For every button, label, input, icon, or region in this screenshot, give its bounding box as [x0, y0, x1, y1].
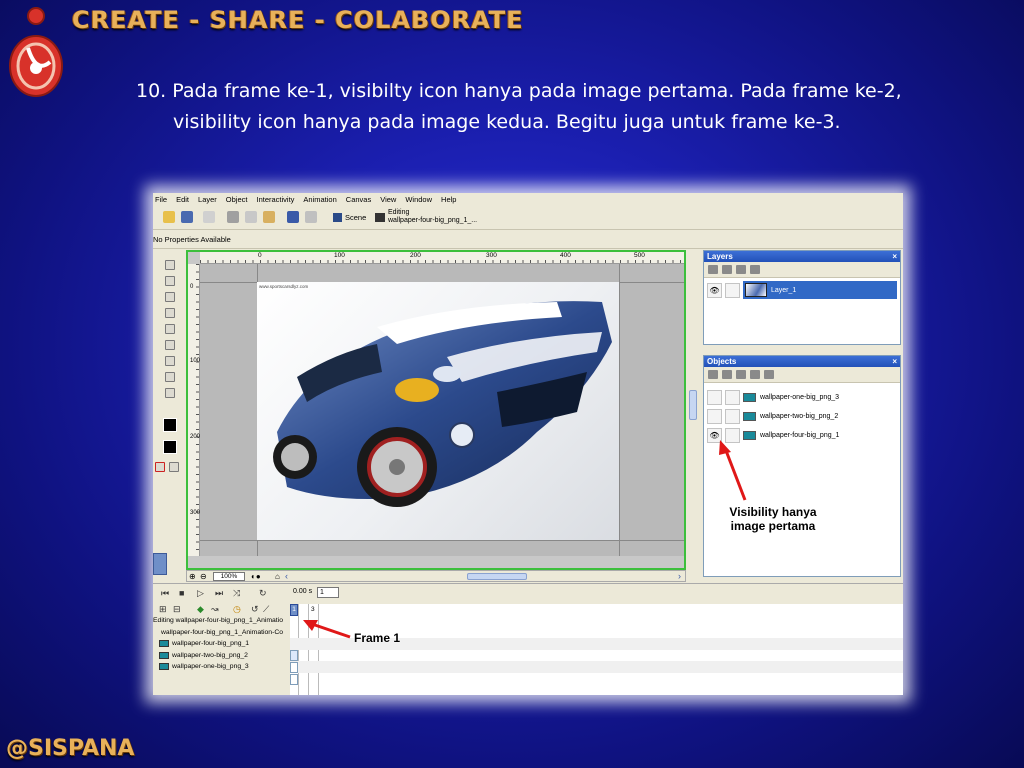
frame-arrow — [311, 622, 351, 639]
frame-callout: Frame 1 — [354, 631, 401, 645]
visibility-callout: Visibility hanya image pertama — [729, 505, 817, 533]
visibility-arrow — [723, 447, 747, 501]
annotation-arrows — [303, 440, 747, 639]
visibility-arrow-head — [719, 440, 731, 455]
